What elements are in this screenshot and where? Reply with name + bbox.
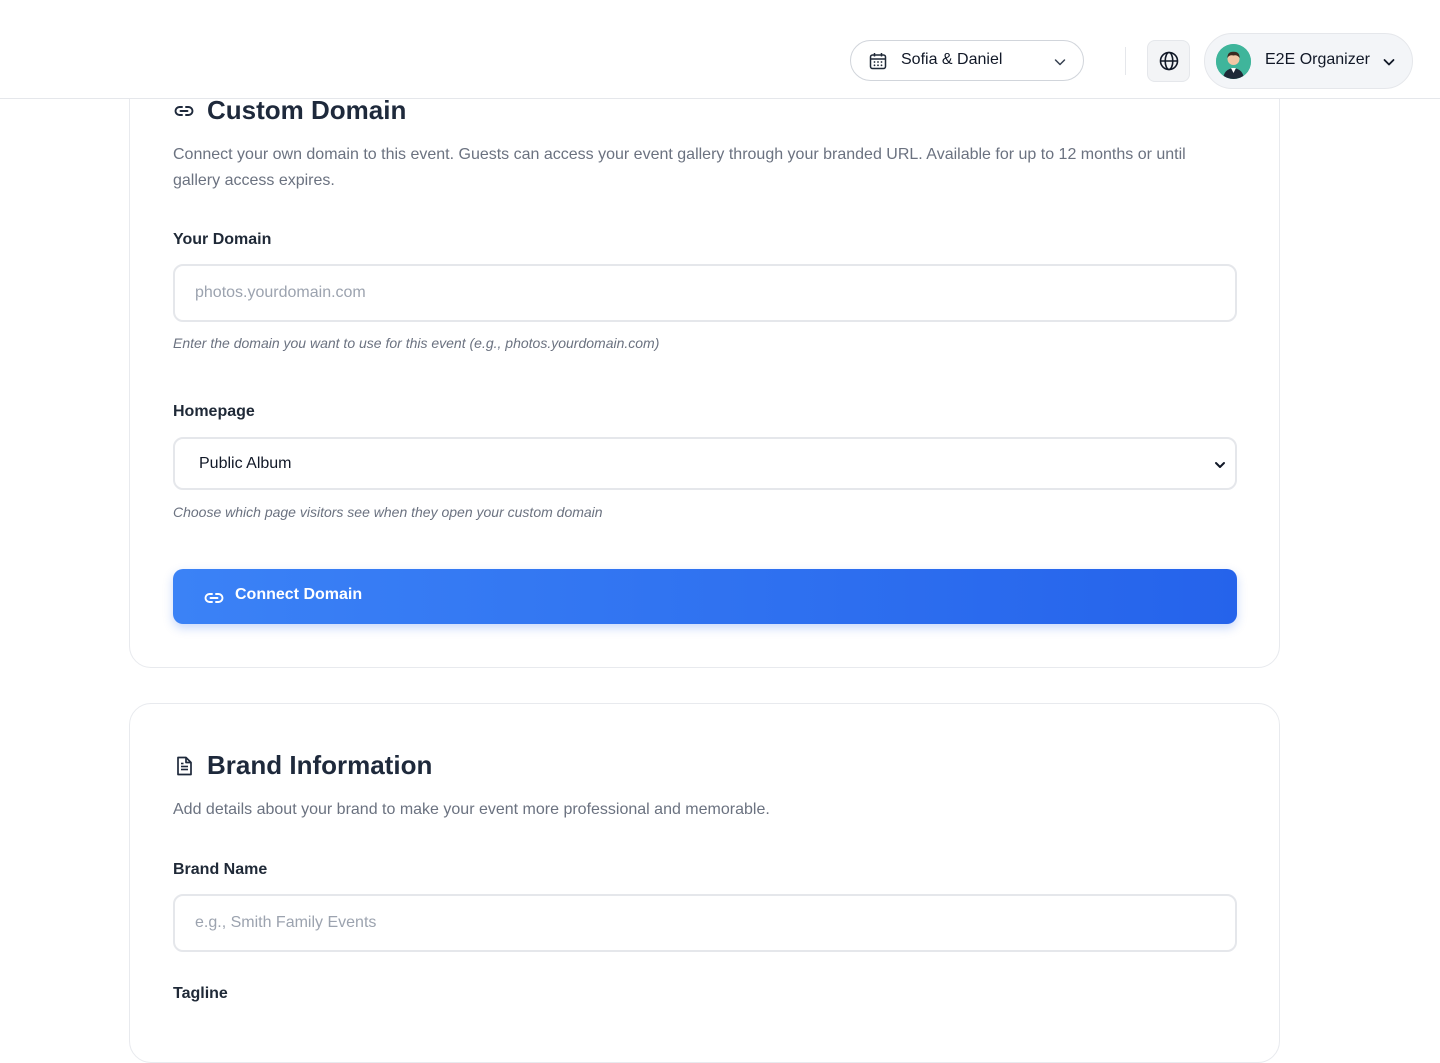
connect-domain-label: Connect Domain bbox=[235, 586, 363, 603]
tagline-label: Tagline bbox=[173, 985, 228, 1002]
domain-hint: Enter the domain you want to use for thi… bbox=[173, 335, 660, 351]
link-icon bbox=[204, 593, 224, 603]
document-icon bbox=[177, 756, 192, 776]
user-name: E2E Organizer bbox=[1265, 51, 1370, 68]
custom-domain-description: Connect your own domain to this event. G… bbox=[173, 146, 1186, 189]
event-selector[interactable]: Sofia & Daniel bbox=[850, 40, 1084, 81]
chevron-down-icon bbox=[1383, 59, 1395, 66]
your-domain-label: Your Domain bbox=[173, 231, 272, 248]
link-icon bbox=[174, 106, 194, 116]
homepage-select[interactable]: Public Album bbox=[173, 437, 1237, 490]
calendar-icon bbox=[869, 53, 887, 70]
connect-domain-button[interactable]: Connect Domain bbox=[173, 569, 1237, 624]
event-selector-label: Sofia & Daniel bbox=[901, 51, 1003, 68]
brand-name-input[interactable] bbox=[173, 894, 1237, 952]
brand-information-description: Add details about your brand to make you… bbox=[173, 801, 770, 818]
language-button[interactable] bbox=[1147, 40, 1190, 82]
top-bar: Sofia & Daniel E2E Organizer bbox=[0, 0, 1440, 99]
chevron-down-icon bbox=[1215, 462, 1225, 468]
domain-input[interactable] bbox=[173, 264, 1237, 322]
homepage-hint: Choose which page visitors see when they… bbox=[173, 504, 603, 520]
homepage-label: Homepage bbox=[173, 403, 255, 420]
user-menu-button[interactable]: E2E Organizer bbox=[1204, 33, 1413, 89]
globe-icon bbox=[1159, 51, 1179, 71]
avatar-image bbox=[1216, 44, 1251, 79]
custom-domain-title: Custom Domain bbox=[207, 95, 407, 125]
header-divider bbox=[1125, 47, 1126, 75]
brand-name-label: Brand Name bbox=[173, 861, 268, 878]
brand-information-title: Brand Information bbox=[207, 750, 433, 780]
homepage-selected-value: Public Album bbox=[199, 455, 292, 472]
avatar bbox=[1216, 44, 1251, 79]
chevron-down-icon bbox=[1054, 59, 1066, 66]
